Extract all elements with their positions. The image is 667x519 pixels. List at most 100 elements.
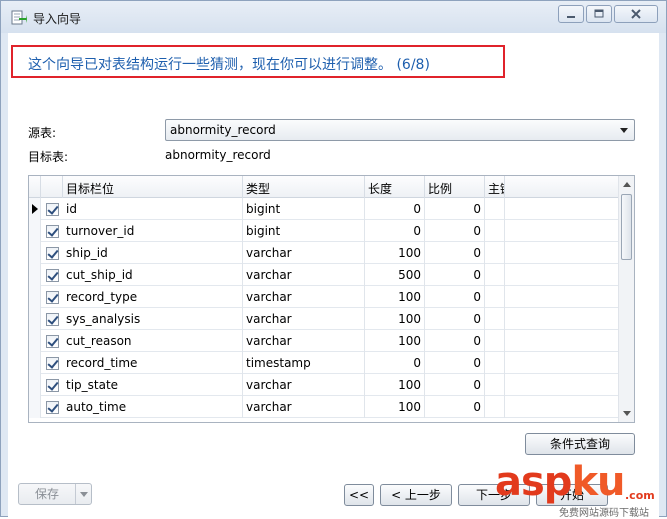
previous-button[interactable]: < 上一步 (380, 484, 452, 506)
field-scale-cell[interactable]: 0 (425, 220, 485, 242)
row-indicator[interactable] (29, 330, 41, 352)
field-scale-cell[interactable]: 0 (425, 286, 485, 308)
field-primary-key-cell[interactable] (485, 396, 505, 418)
field-primary-key-cell[interactable] (485, 264, 505, 286)
field-type-cell[interactable]: varchar (243, 330, 365, 352)
field-name-cell[interactable]: turnover_id (63, 220, 243, 242)
field-type-cell[interactable]: bigint (243, 220, 365, 242)
include-field-checkbox[interactable] (46, 225, 59, 238)
row-indicator[interactable] (29, 374, 41, 396)
field-type-cell[interactable]: varchar (243, 374, 365, 396)
include-field-checkbox[interactable] (46, 335, 59, 348)
row-indicator[interactable] (29, 220, 41, 242)
column-header-type[interactable]: 类型 (243, 176, 365, 198)
field-length-cell[interactable]: 0 (365, 352, 425, 374)
conditional-query-button[interactable]: 条件式查询 (525, 433, 635, 455)
title-bar[interactable]: 导入向导 (1, 1, 666, 33)
table-row[interactable]: tip_state varchar 100 0 (29, 374, 619, 396)
include-field-checkbox[interactable] (46, 203, 59, 216)
field-mapping-grid[interactable]: 目标栏位 类型 长度 比例 主键 idbigint00turnover_idbi… (28, 175, 635, 423)
table-row[interactable]: ship_id varchar 100 0 (29, 242, 619, 264)
field-type-cell[interactable]: varchar (243, 396, 365, 418)
include-field-checkbox[interactable] (46, 379, 59, 392)
scroll-down-icon[interactable] (623, 411, 631, 416)
table-row[interactable]: sys_analysis varchar 100 0 (29, 308, 619, 330)
field-scale-cell[interactable]: 0 (425, 330, 485, 352)
column-header-primary-key[interactable]: 主键 (485, 176, 505, 198)
include-field-checkbox[interactable] (46, 247, 59, 260)
column-header-length[interactable]: 长度 (365, 176, 425, 198)
field-primary-key-cell[interactable] (485, 308, 505, 330)
field-type-cell[interactable]: varchar (243, 264, 365, 286)
field-name-cell[interactable]: id (63, 198, 243, 220)
save-dropdown-chevron-icon[interactable] (75, 484, 91, 504)
source-table-select[interactable]: abnormity_record (165, 119, 635, 141)
include-field-checkbox[interactable] (46, 291, 59, 304)
scroll-up-icon[interactable] (623, 182, 631, 187)
scroll-thumb[interactable] (621, 194, 632, 260)
row-indicator[interactable] (29, 286, 41, 308)
include-field-checkbox[interactable] (46, 357, 59, 370)
column-header-field[interactable]: 目标栏位 (63, 176, 243, 198)
field-type-cell[interactable]: varchar (243, 308, 365, 330)
close-button[interactable] (614, 5, 658, 23)
field-name-cell[interactable]: record_type (63, 286, 243, 308)
field-type-cell[interactable]: varchar (243, 242, 365, 264)
field-scale-cell[interactable]: 0 (425, 352, 485, 374)
minimize-button[interactable] (558, 5, 584, 23)
field-name-cell[interactable]: cut_ship_id (63, 264, 243, 286)
field-length-cell[interactable]: 500 (365, 264, 425, 286)
field-type-cell[interactable]: timestamp (243, 352, 365, 374)
field-length-cell[interactable]: 100 (365, 286, 425, 308)
field-primary-key-cell[interactable] (485, 352, 505, 374)
column-header-scale[interactable]: 比例 (425, 176, 485, 198)
grid-scrollbar[interactable] (618, 176, 634, 422)
table-row[interactable]: record_type varchar 100 0 (29, 286, 619, 308)
table-row[interactable]: cut_ship_id varchar 500 0 (29, 264, 619, 286)
field-name-cell[interactable]: ship_id (63, 242, 243, 264)
field-length-cell[interactable]: 100 (365, 374, 425, 396)
row-indicator[interactable] (29, 242, 41, 264)
field-scale-cell[interactable]: 0 (425, 264, 485, 286)
field-primary-key-cell[interactable] (485, 286, 505, 308)
row-indicator[interactable] (29, 352, 41, 374)
field-length-cell[interactable]: 100 (365, 330, 425, 352)
table-row[interactable]: cut_reason varchar 100 0 (29, 330, 619, 352)
field-length-cell[interactable]: 100 (365, 242, 425, 264)
field-name-cell[interactable]: cut_reason (63, 330, 243, 352)
field-name-cell[interactable]: record_time (63, 352, 243, 374)
include-field-checkbox[interactable] (46, 401, 59, 414)
row-indicator[interactable] (29, 396, 41, 418)
field-primary-key-cell[interactable] (485, 220, 505, 242)
field-primary-key-cell[interactable] (485, 198, 505, 220)
table-row[interactable]: record_time timestamp 0 0 (29, 352, 619, 374)
maximize-button[interactable] (586, 5, 612, 23)
field-primary-key-cell[interactable] (485, 242, 505, 264)
row-indicator[interactable] (29, 264, 41, 286)
table-row[interactable]: auto_time varchar 100 0 (29, 396, 619, 418)
include-field-checkbox[interactable] (46, 313, 59, 326)
first-step-button[interactable]: << (344, 484, 374, 506)
field-type-cell[interactable]: bigint (243, 198, 365, 220)
field-primary-key-cell[interactable] (485, 374, 505, 396)
table-row[interactable]: id bigint 0 0 (29, 198, 619, 220)
field-type-cell[interactable]: varchar (243, 286, 365, 308)
field-length-cell[interactable]: 100 (365, 396, 425, 418)
field-scale-cell[interactable]: 0 (425, 308, 485, 330)
field-name-cell[interactable]: tip_state (63, 374, 243, 396)
field-scale-cell[interactable]: 0 (425, 198, 485, 220)
save-button[interactable]: 保存 (18, 483, 92, 505)
field-length-cell[interactable]: 0 (365, 198, 425, 220)
field-name-cell[interactable]: auto_time (63, 396, 243, 418)
field-primary-key-cell[interactable] (485, 330, 505, 352)
field-scale-cell[interactable]: 0 (425, 396, 485, 418)
field-scale-cell[interactable]: 0 (425, 374, 485, 396)
row-indicator[interactable] (29, 198, 41, 220)
row-indicator[interactable] (29, 308, 41, 330)
field-scale-cell[interactable]: 0 (425, 242, 485, 264)
table-row[interactable]: turnover_id bigint 0 0 (29, 220, 619, 242)
include-field-checkbox[interactable] (46, 269, 59, 282)
field-length-cell[interactable]: 0 (365, 220, 425, 242)
field-length-cell[interactable]: 100 (365, 308, 425, 330)
field-name-cell[interactable]: sys_analysis (63, 308, 243, 330)
